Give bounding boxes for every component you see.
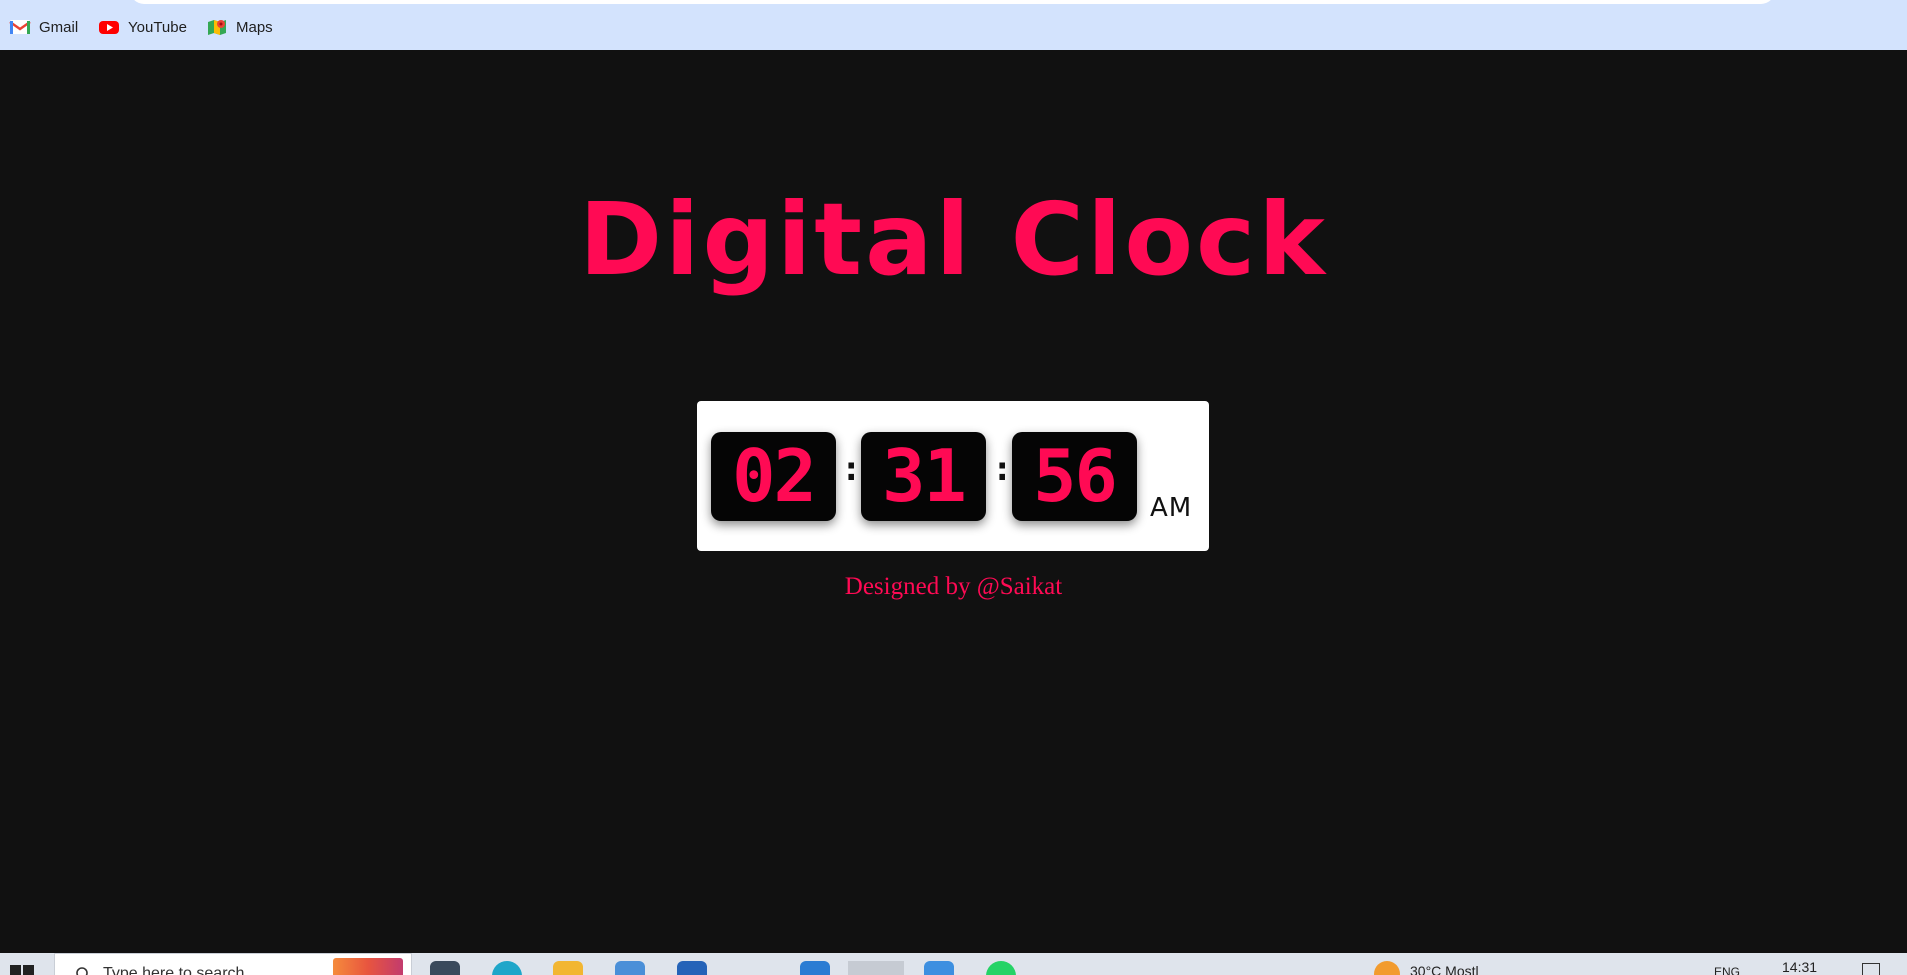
bookmark-label: YouTube bbox=[128, 18, 187, 36]
mail-icon[interactable] bbox=[677, 961, 707, 975]
search-icon bbox=[75, 966, 91, 975]
clock-separator: : bbox=[992, 449, 1013, 489]
bookmark-gmail[interactable]: Gmail bbox=[9, 16, 78, 38]
task-view-icon[interactable] bbox=[430, 961, 460, 975]
clock-separator: : bbox=[841, 449, 862, 489]
vscode-icon[interactable] bbox=[800, 961, 830, 975]
taskbar-search-input[interactable]: Type here to search bbox=[54, 953, 412, 975]
search-highlight-icon bbox=[333, 958, 403, 975]
search-placeholder: Type here to search bbox=[103, 965, 245, 975]
language-indicator[interactable]: ENG bbox=[1714, 965, 1740, 975]
weather-icon[interactable] bbox=[1374, 961, 1400, 975]
taskbar-clock[interactable]: 14:31 bbox=[1782, 959, 1817, 975]
bookmarks-bar: Gmail YouTube Maps bbox=[0, 0, 1907, 50]
bookmark-label: Maps bbox=[236, 18, 273, 36]
clock-period: AM bbox=[1150, 493, 1193, 523]
maps-icon bbox=[206, 18, 228, 36]
clock-card: 02 : 31 : 56 AM bbox=[697, 401, 1209, 551]
chrome-icon[interactable] bbox=[848, 961, 904, 975]
clock-hours: 02 bbox=[711, 432, 836, 521]
notifications-icon[interactable] bbox=[1862, 963, 1880, 975]
clock-minutes: 31 bbox=[861, 432, 986, 521]
photos-icon[interactable] bbox=[924, 961, 954, 975]
bookmark-label: Gmail bbox=[39, 18, 79, 36]
windows-start-icon[interactable] bbox=[10, 965, 34, 975]
file-explorer-icon[interactable] bbox=[553, 961, 583, 975]
page-title: Digital Clock bbox=[579, 181, 1328, 298]
bookmark-youtube[interactable]: YouTube bbox=[98, 16, 187, 38]
taskbar: Type here to search 30°C Mostl ENG 14:31 bbox=[0, 953, 1907, 975]
whatsapp-icon[interactable] bbox=[986, 961, 1016, 975]
gmail-icon bbox=[9, 18, 31, 36]
edge-icon[interactable] bbox=[492, 961, 522, 975]
address-bar-edge[interactable] bbox=[130, 0, 1775, 4]
bookmark-maps[interactable]: Maps bbox=[206, 16, 273, 38]
clock-seconds: 56 bbox=[1012, 432, 1137, 521]
store-icon[interactable] bbox=[615, 961, 645, 975]
youtube-icon bbox=[98, 18, 120, 36]
weather-text[interactable]: 30°C Mostl bbox=[1410, 963, 1479, 975]
designer-credit: Designed by @Saikat bbox=[844, 573, 1063, 600]
